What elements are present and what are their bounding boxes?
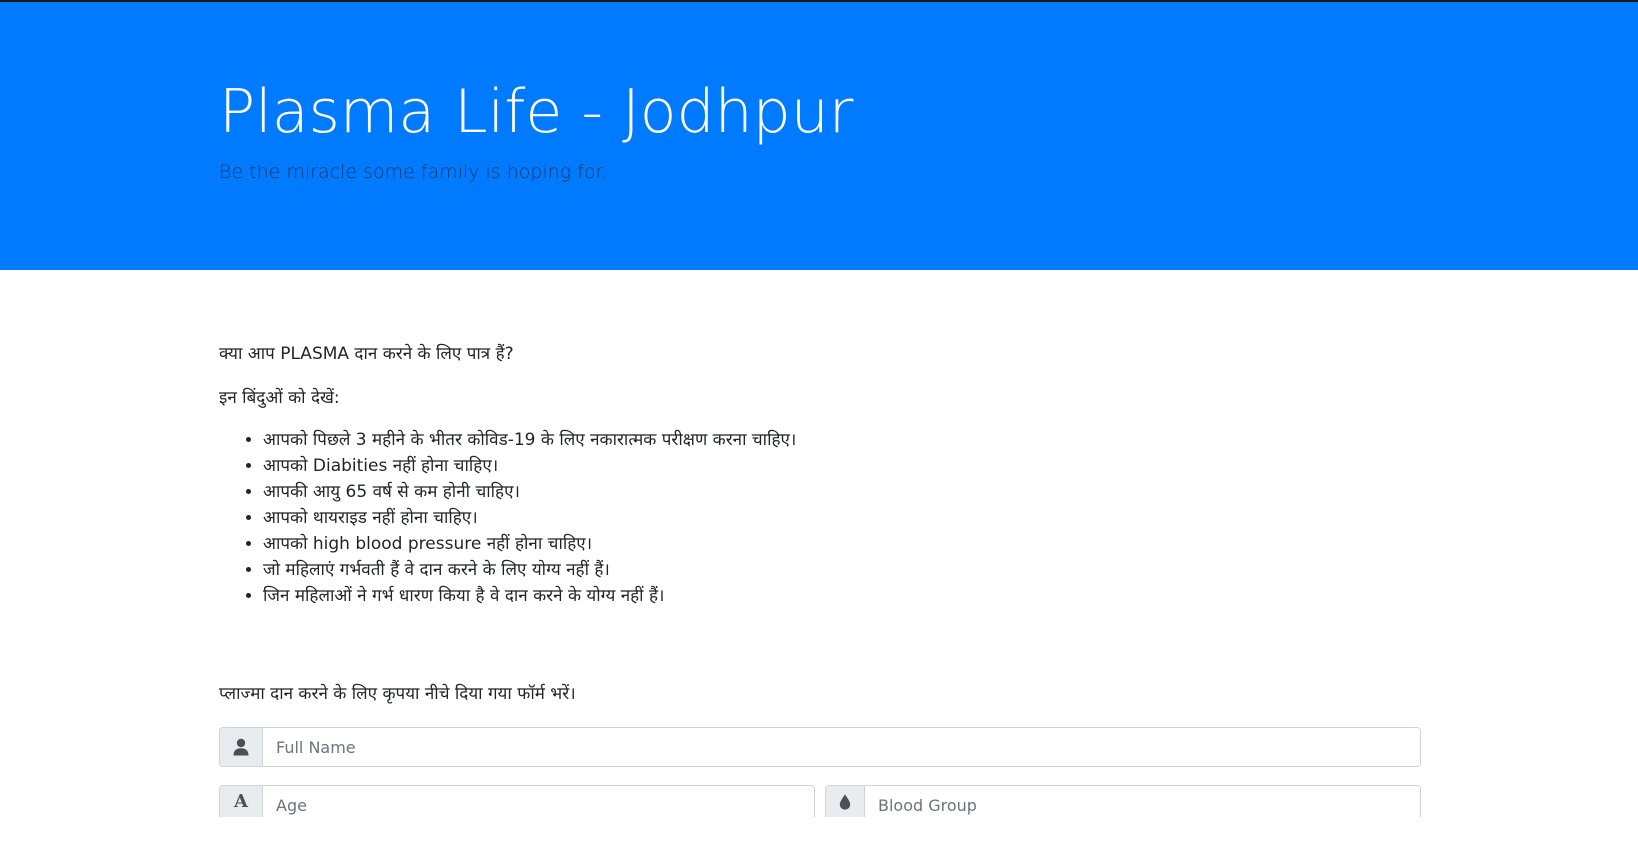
list-item: आपको high blood pressure नहीं होना चाहिए… [263, 531, 796, 557]
list-item: आपको पिछले 3 महीने के भीतर कोविड-19 के ल… [263, 427, 796, 453]
form-intro: प्लाज्मा दान करने के लिए कृपया नीचे दिया… [219, 684, 576, 704]
user-icon [220, 728, 263, 766]
list-item: जिन महिलाओं ने गर्भ धारण किया है वे दान … [263, 583, 796, 609]
page-title: Plasma Life - Jodhpur [219, 77, 854, 147]
blood-group-input[interactable] [865, 786, 1420, 817]
list-item: आपको थायराइड नहीं होना चाहिए। [263, 505, 796, 531]
blood-group-group [825, 785, 1421, 817]
full-name-input[interactable] [263, 728, 1420, 766]
age-input[interactable] [263, 786, 814, 817]
letter-a-icon: A [220, 786, 263, 817]
hero-banner: Plasma Life - Jodhpur Be the miracle som… [0, 2, 1638, 270]
letter-a-glyph: A [234, 791, 248, 812]
age-group: A [219, 785, 815, 817]
list-item: जो महिलाएं गर्भवती हैं वे दान करने के लि… [263, 557, 796, 583]
list-item: आपको Diabities नहीं होना चाहिए। [263, 453, 796, 479]
blood-drop-icon [826, 786, 865, 817]
page-tagline: Be the miracle some family is hoping for… [219, 161, 608, 183]
list-item: आपकी आयु 65 वर्ष से कम होनी चाहिए। [263, 479, 796, 505]
eligibility-criteria-list: आपको पिछले 3 महीने के भीतर कोविड-19 के ल… [219, 427, 796, 609]
eligibility-question: क्या आप PLASMA दान करने के लिए पात्र हैं… [219, 344, 514, 364]
eligibility-intro: इन बिंदुओं को देखें: [219, 388, 340, 408]
full-name-group [219, 727, 1421, 767]
